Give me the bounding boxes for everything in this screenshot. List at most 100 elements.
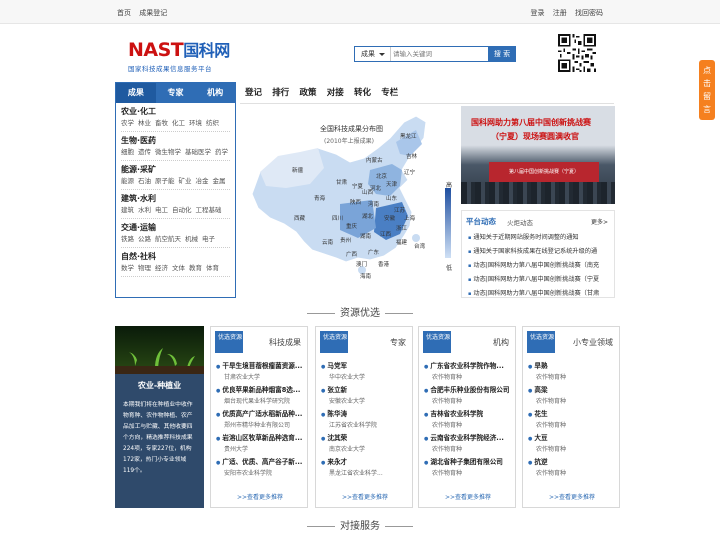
resource-list-item[interactable]: 沈其荣南京农业大学 xyxy=(321,433,411,455)
resource-list-item[interactable]: 张立新安徽农业大学 xyxy=(321,385,411,407)
resource-name[interactable]: 优良苹果新品种烟富8选... xyxy=(216,385,306,396)
resource-name[interactable]: 吉林省农业科学院 xyxy=(424,409,514,420)
resource-name[interactable]: 沈其荣 xyxy=(321,433,411,444)
news-item[interactable]: 动态|国科网助力第八届中国创新挑战赛（甘肃 xyxy=(468,287,610,301)
map-province-label[interactable]: 重庆 xyxy=(346,222,358,230)
resource-list-item[interactable]: 旱熟农作物育种 xyxy=(528,361,618,383)
resource-more-link[interactable]: >>查看更多推荐 xyxy=(316,492,414,501)
news-photo[interactable]: 国科网助力第八届中国创新挑战赛 （宁夏）现场赛圆满收官 第八届中国创新挑战赛（宁… xyxy=(461,106,615,204)
map-province-label[interactable]: 陕西 xyxy=(350,198,362,206)
resource-name[interactable]: 抗逆 xyxy=(528,457,618,468)
tab-achievements[interactable]: 成果 xyxy=(116,83,156,103)
map-province-label[interactable]: 贵州 xyxy=(340,236,351,244)
category-title[interactable]: 农业·化工 xyxy=(121,106,230,117)
resource-list-item[interactable]: 广适、优质、高产谷子新... 安阳市农业科学院 xyxy=(216,457,306,479)
map-province-label[interactable]: 山西 xyxy=(362,188,374,196)
category-item-link[interactable]: 水利 xyxy=(138,206,151,214)
map-province-label[interactable]: 浙江 xyxy=(396,224,408,232)
category-item-link[interactable]: 建筑 xyxy=(121,206,134,214)
home-link[interactable]: 首页 xyxy=(117,9,131,17)
news-item[interactable]: 动态|国科网助力第八届中国创新挑战赛（南充 xyxy=(468,259,610,273)
resource-name[interactable]: 高梁 xyxy=(528,385,618,396)
news-item[interactable]: 通知关于近期网站服务时间调整的通知 xyxy=(468,231,610,245)
map-province-label[interactable]: 内蒙古 xyxy=(366,156,383,164)
resource-name[interactable]: 陈华涛 xyxy=(321,409,411,420)
resource-list-item[interactable]: 云南省农业科学院经济... 农作物育种 xyxy=(424,433,514,455)
map-province-label[interactable]: 云南 xyxy=(322,238,334,246)
resource-list-item[interactable]: 陈华涛江苏省农业科学院 xyxy=(321,409,411,431)
resource-name[interactable]: 云南省农业科学院经济... xyxy=(424,433,514,444)
map-province-label[interactable]: 江苏 xyxy=(394,206,406,214)
resource-name[interactable]: 湖北省种子集团有限公司 xyxy=(424,457,514,468)
signup-link[interactable]: 注册 xyxy=(553,9,567,17)
resource-list-item[interactable]: 吉林省农业科学院农作物育种 xyxy=(424,409,514,431)
resource-name[interactable]: 旱熟 xyxy=(528,361,618,372)
map-province-label[interactable]: 澳门 xyxy=(356,260,367,268)
category-title[interactable]: 建筑·水利 xyxy=(121,193,230,204)
map-province-label[interactable]: 湖北 xyxy=(362,212,374,220)
leave-message-button[interactable]: 点击留言 xyxy=(699,60,715,120)
category-item-link[interactable]: 环境 xyxy=(189,119,202,127)
map-province-label[interactable]: 宁夏 xyxy=(352,182,364,190)
category-item-link[interactable]: 能源 xyxy=(121,177,134,185)
resource-name[interactable]: 优质高产广适水稻新品种... xyxy=(216,409,306,420)
category-item-link[interactable]: 金属 xyxy=(213,177,226,185)
map-province-label[interactable]: 海南 xyxy=(360,272,372,280)
resource-name[interactable]: 来永才 xyxy=(321,457,411,468)
map-province-label[interactable]: 辽宁 xyxy=(404,168,416,176)
category-title[interactable]: 能源·采矿 xyxy=(121,164,230,175)
map-province-label[interactable]: 上海 xyxy=(404,214,416,222)
resource-list-item[interactable]: 马党军华中农业大学 xyxy=(321,361,411,383)
map-province-label[interactable]: 青海 xyxy=(314,194,326,202)
resource-name[interactable]: 广适、优质、高产谷子新... xyxy=(216,457,306,468)
nav-matching[interactable]: 对接 xyxy=(327,88,344,98)
category-title[interactable]: 生物·医药 xyxy=(121,135,230,146)
category-item-link[interactable]: 电子 xyxy=(202,235,215,243)
map-province-label[interactable]: 湖南 xyxy=(360,232,372,240)
map-province-label[interactable]: 新疆 xyxy=(292,166,304,174)
category-item-link[interactable]: 工程基础 xyxy=(196,206,222,214)
category-item-link[interactable]: 基础医学 xyxy=(185,148,211,156)
map-province-label[interactable]: 甘肃 xyxy=(336,178,348,186)
resource-list-item[interactable]: 岩溶山区牧草新品种选育... 贵州大学 xyxy=(216,433,306,455)
map-province-label[interactable]: 河南 xyxy=(368,200,380,208)
resource-list-item[interactable]: 优质高产广适水稻新品种... 郑州市精华种业有限公司 xyxy=(216,409,306,431)
resource-list-item[interactable]: 抗逆农作物育种 xyxy=(528,457,618,479)
nav-policy[interactable]: 政策 xyxy=(300,88,317,98)
news-more-link[interactable]: 更多> xyxy=(591,217,608,226)
map-province-label[interactable]: 天津 xyxy=(386,181,398,188)
nav-transfer[interactable]: 转化 xyxy=(354,88,371,98)
map-province-label[interactable]: 江西 xyxy=(380,231,392,238)
category-item-link[interactable]: 自动化 xyxy=(172,206,192,214)
register-link[interactable]: 成果登记 xyxy=(139,9,167,17)
map-province-label[interactable]: 广西 xyxy=(346,250,358,258)
map-province-label[interactable]: 四川 xyxy=(332,215,343,222)
map-province-label[interactable]: 黑龙江 xyxy=(400,132,417,140)
news-item[interactable]: 通知关于国家科技成果在线登记系统升级的通 xyxy=(468,245,610,259)
resource-more-link[interactable]: >>查看更多推荐 xyxy=(419,492,517,501)
category-item-link[interactable]: 数学 xyxy=(121,264,134,272)
map-province-label[interactable]: 西藏 xyxy=(294,214,306,222)
category-item-link[interactable]: 微生物学 xyxy=(155,148,181,156)
nav-column[interactable]: 专栏 xyxy=(381,88,398,98)
map-province-label[interactable]: 山东 xyxy=(386,194,398,202)
resource-name[interactable]: 广东省农业科学院作物... xyxy=(424,361,514,372)
search-button[interactable]: 搜 索 xyxy=(488,46,516,62)
resource-name[interactable]: 岩溶山区牧草新品种选育... xyxy=(216,433,306,444)
resource-list-item[interactable]: 高梁农作物育种 xyxy=(528,385,618,407)
category-item-link[interactable]: 遗传 xyxy=(138,148,151,156)
resource-list-item[interactable]: 广东省农业科学院作物... 农作物育种 xyxy=(424,361,514,383)
category-item-link[interactable]: 畜牧 xyxy=(155,119,168,127)
category-item-link[interactable]: 体育 xyxy=(206,264,219,272)
map-province-label[interactable]: 台湾 xyxy=(414,242,426,250)
category-item-link[interactable]: 矿业 xyxy=(179,177,192,185)
category-item-link[interactable]: 教育 xyxy=(189,264,202,272)
resource-name[interactable]: 合肥丰乐种业股份有限公司 xyxy=(424,385,514,396)
tab-institutions[interactable]: 机构 xyxy=(195,83,235,103)
resource-name[interactable]: 花生 xyxy=(528,409,618,420)
resource-list-item[interactable]: 合肥丰乐种业股份有限公司农作物育种 xyxy=(424,385,514,407)
map-province-label[interactable]: 福建 xyxy=(396,238,408,246)
category-item-link[interactable]: 航空航天 xyxy=(155,235,181,243)
resource-name[interactable]: 马党军 xyxy=(321,361,411,372)
resource-more-link[interactable]: >>查看更多推荐 xyxy=(523,492,621,501)
